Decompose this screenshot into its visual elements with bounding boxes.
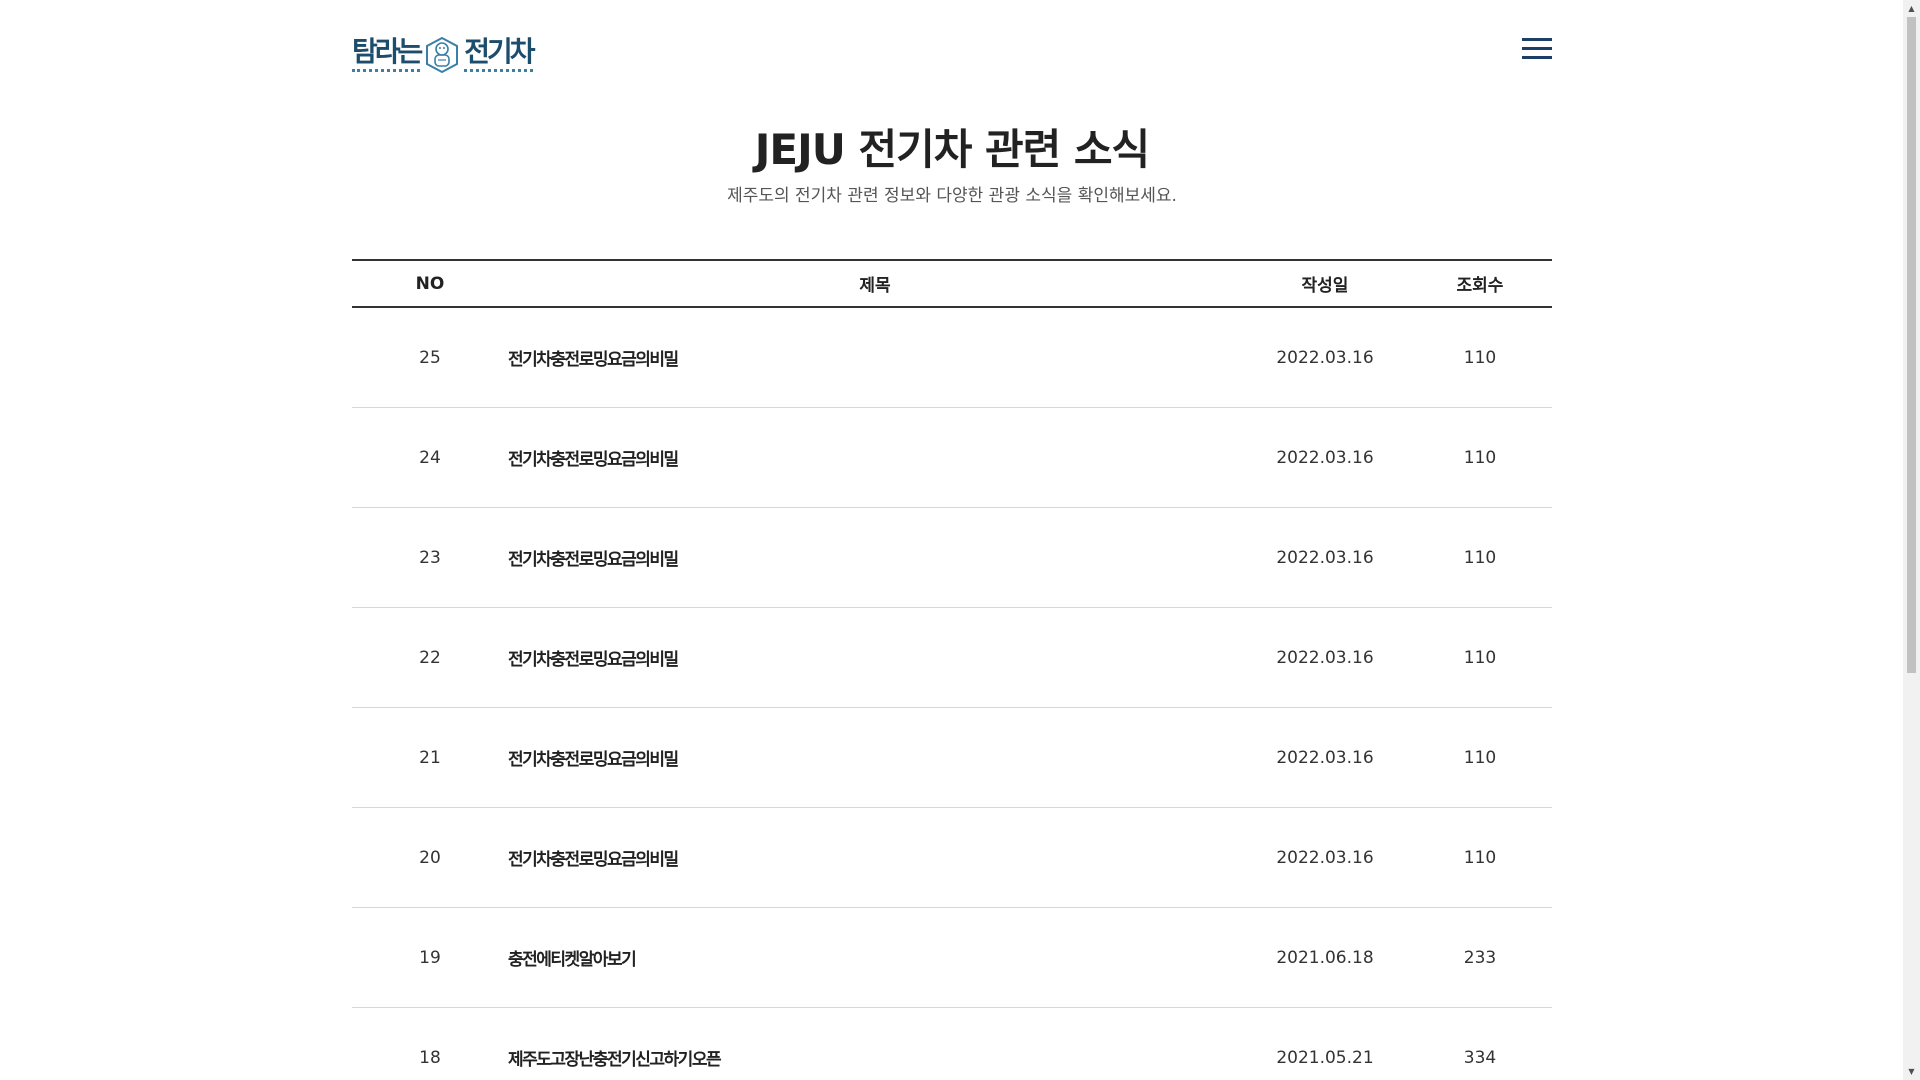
row-title-link[interactable]: 전기차충전로밍요금의비밀 [508, 545, 1242, 570]
row-views: 110 [1463, 647, 1497, 668]
row-views: 110 [1463, 347, 1497, 368]
table-header: NO 제목 작성일 조회수 [352, 259, 1552, 308]
main-container: 탐라는 전기차 JEJU 전기차 관련 소식 제주도의 전기차 관련 정보와 다… [352, 0, 1552, 1070]
news-board-table: NO 제목 작성일 조회수 25 전기차충전로밍요금의비밀 2022.03.16… [352, 259, 1552, 1080]
page: 탐라는 전기차 JEJU 전기차 관련 소식 제주도의 전기차 관련 정보와 다… [0, 0, 1920, 1080]
page-title: JEJU 전기차 관련 소식 [754, 125, 1150, 174]
menu-bar [1522, 47, 1552, 50]
row-no: 21 [419, 747, 441, 768]
row-title-link[interactable]: 전기차충전로밍요금의비밀 [508, 845, 1242, 870]
header-no: NO [415, 273, 445, 294]
row-date: 2022.03.16 [1276, 647, 1374, 668]
header-title: 제목 [859, 276, 891, 296]
table-row[interactable]: 23 전기차충전로밍요금의비밀 2022.03.16 110 [352, 508, 1552, 608]
row-date: 2022.03.16 [1276, 747, 1374, 768]
row-views: 110 [1463, 547, 1497, 568]
row-date: 2022.03.16 [1276, 347, 1374, 368]
row-views: 110 [1463, 447, 1497, 468]
site-logo[interactable]: 탐라는 전기차 [352, 33, 536, 77]
row-no: 18 [419, 1047, 441, 1068]
vertical-scrollbar[interactable]: ▲ ▼ [1903, 0, 1920, 1080]
table-row[interactable]: 25 전기차충전로밍요금의비밀 2022.03.16 110 [352, 308, 1552, 408]
row-title-link[interactable]: 충전에티켓알아보기 [508, 945, 1242, 970]
header-date: 작성일 [1301, 276, 1349, 296]
row-title-link[interactable]: 전기차충전로밍요금의비밀 [508, 645, 1242, 670]
logo-text-right: 전기차 [464, 38, 536, 72]
scroll-down-arrow-icon[interactable]: ▼ [1903, 1063, 1920, 1080]
row-no: 25 [419, 347, 441, 368]
hamburger-menu-icon[interactable] [1522, 38, 1552, 62]
page-subtitle: 제주도의 전기차 관련 정보와 다양한 관광 소식을 확인해보세요. [727, 186, 1177, 206]
row-no: 23 [419, 547, 441, 568]
row-title-link[interactable]: 전기차충전로밍요금의비밀 [508, 345, 1242, 370]
intro-section: JEJU 전기차 관련 소식 제주도의 전기차 관련 정보와 다양한 관광 소식… [352, 124, 1552, 208]
row-date: 2022.03.16 [1276, 847, 1374, 868]
row-date: 2022.03.16 [1276, 547, 1374, 568]
row-no: 24 [419, 447, 441, 468]
menu-bar [1522, 38, 1552, 41]
header-views: 조회수 [1456, 276, 1504, 296]
table-row[interactable]: 24 전기차충전로밍요금의비밀 2022.03.16 110 [352, 408, 1552, 508]
scroll-up-arrow-icon[interactable]: ▲ [1903, 0, 1920, 17]
table-row[interactable]: 19 충전에티켓알아보기 2021.06.18 233 [352, 908, 1552, 1008]
row-date: 2021.06.18 [1276, 947, 1374, 968]
row-no: 19 [419, 947, 441, 968]
table-row[interactable]: 22 전기차충전로밍요금의비밀 2022.03.16 110 [352, 608, 1552, 708]
dol-hareubang-emblem-icon [426, 36, 459, 74]
row-views: 110 [1463, 847, 1497, 868]
table-row[interactable]: 18 제주도고장난충전기신고하기오픈 2021.05.21 334 [352, 1008, 1552, 1080]
row-title-link[interactable]: 제주도고장난충전기신고하기오픈 [508, 1045, 1242, 1070]
row-views: 233 [1463, 947, 1497, 968]
row-views: 110 [1463, 747, 1497, 768]
row-no: 22 [419, 647, 441, 668]
row-date: 2021.05.21 [1276, 1047, 1374, 1068]
menu-bar [1522, 56, 1552, 59]
table-row[interactable]: 20 전기차충전로밍요금의비밀 2022.03.16 110 [352, 808, 1552, 908]
table-row[interactable]: 21 전기차충전로밍요금의비밀 2022.03.16 110 [352, 708, 1552, 808]
row-views: 334 [1463, 1047, 1497, 1068]
row-title-link[interactable]: 전기차충전로밍요금의비밀 [508, 445, 1242, 470]
logo-text-left: 탐라는 [352, 38, 423, 72]
row-title-link[interactable]: 전기차충전로밍요금의비밀 [508, 745, 1242, 770]
site-header: 탐라는 전기차 [352, 0, 1552, 100]
row-no: 20 [419, 847, 441, 868]
row-date: 2022.03.16 [1276, 447, 1374, 468]
scrollbar-thumb[interactable] [1907, 17, 1916, 673]
